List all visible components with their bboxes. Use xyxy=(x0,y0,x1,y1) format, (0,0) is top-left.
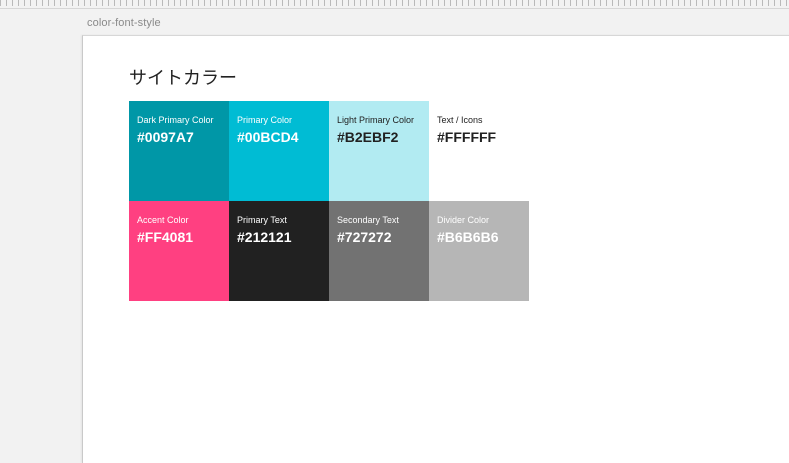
swatch-name: Accent Color xyxy=(137,215,189,225)
top-ruler xyxy=(0,0,789,9)
swatch-name: Secondary Text xyxy=(337,215,399,225)
swatch-name: Text / Icons xyxy=(437,115,483,125)
swatch-name: Primary Text xyxy=(237,215,287,225)
page-title: サイトカラー xyxy=(129,68,237,88)
swatch-hex: #0097A7 xyxy=(137,129,194,145)
swatch-light-primary[interactable]: Light Primary Color #B2EBF2 xyxy=(329,101,429,201)
swatch-dark-primary[interactable]: Dark Primary Color #0097A7 xyxy=(129,101,229,201)
swatch-hex: #B2EBF2 xyxy=(337,129,399,145)
swatch-hex: #B6B6B6 xyxy=(437,229,499,245)
swatch-name: Divider Color xyxy=(437,215,490,225)
swatch-hex: #212121 xyxy=(237,229,292,245)
swatch-secondary-text[interactable]: Secondary Text #727272 xyxy=(329,201,429,301)
swatch-name: Light Primary Color xyxy=(337,115,415,125)
artboard-name-label[interactable]: color-font-style xyxy=(87,17,161,29)
swatch-name: Primary Color xyxy=(237,115,293,125)
swatch-text-icons[interactable]: Text / Icons #FFFFFF xyxy=(429,101,529,201)
swatch-primary-text[interactable]: Primary Text #212121 xyxy=(229,201,329,301)
swatch-hex: #00BCD4 xyxy=(237,129,299,145)
swatch-divider[interactable]: Divider Color #B6B6B6 xyxy=(429,201,529,301)
swatch-hex: #FFFFFF xyxy=(437,129,497,145)
swatch-hex: #727272 xyxy=(337,229,392,245)
color-swatch-grid: Dark Primary Color #0097A7 Primary Color… xyxy=(129,101,529,301)
swatch-accent[interactable]: Accent Color #FF4081 xyxy=(129,201,229,301)
swatch-name: Dark Primary Color xyxy=(137,115,214,125)
artboard[interactable]: サイトカラー Dark Primary Color #0097A7 Primar… xyxy=(82,35,789,463)
swatch-hex: #FF4081 xyxy=(137,229,194,245)
swatch-primary[interactable]: Primary Color #00BCD4 xyxy=(229,101,329,201)
